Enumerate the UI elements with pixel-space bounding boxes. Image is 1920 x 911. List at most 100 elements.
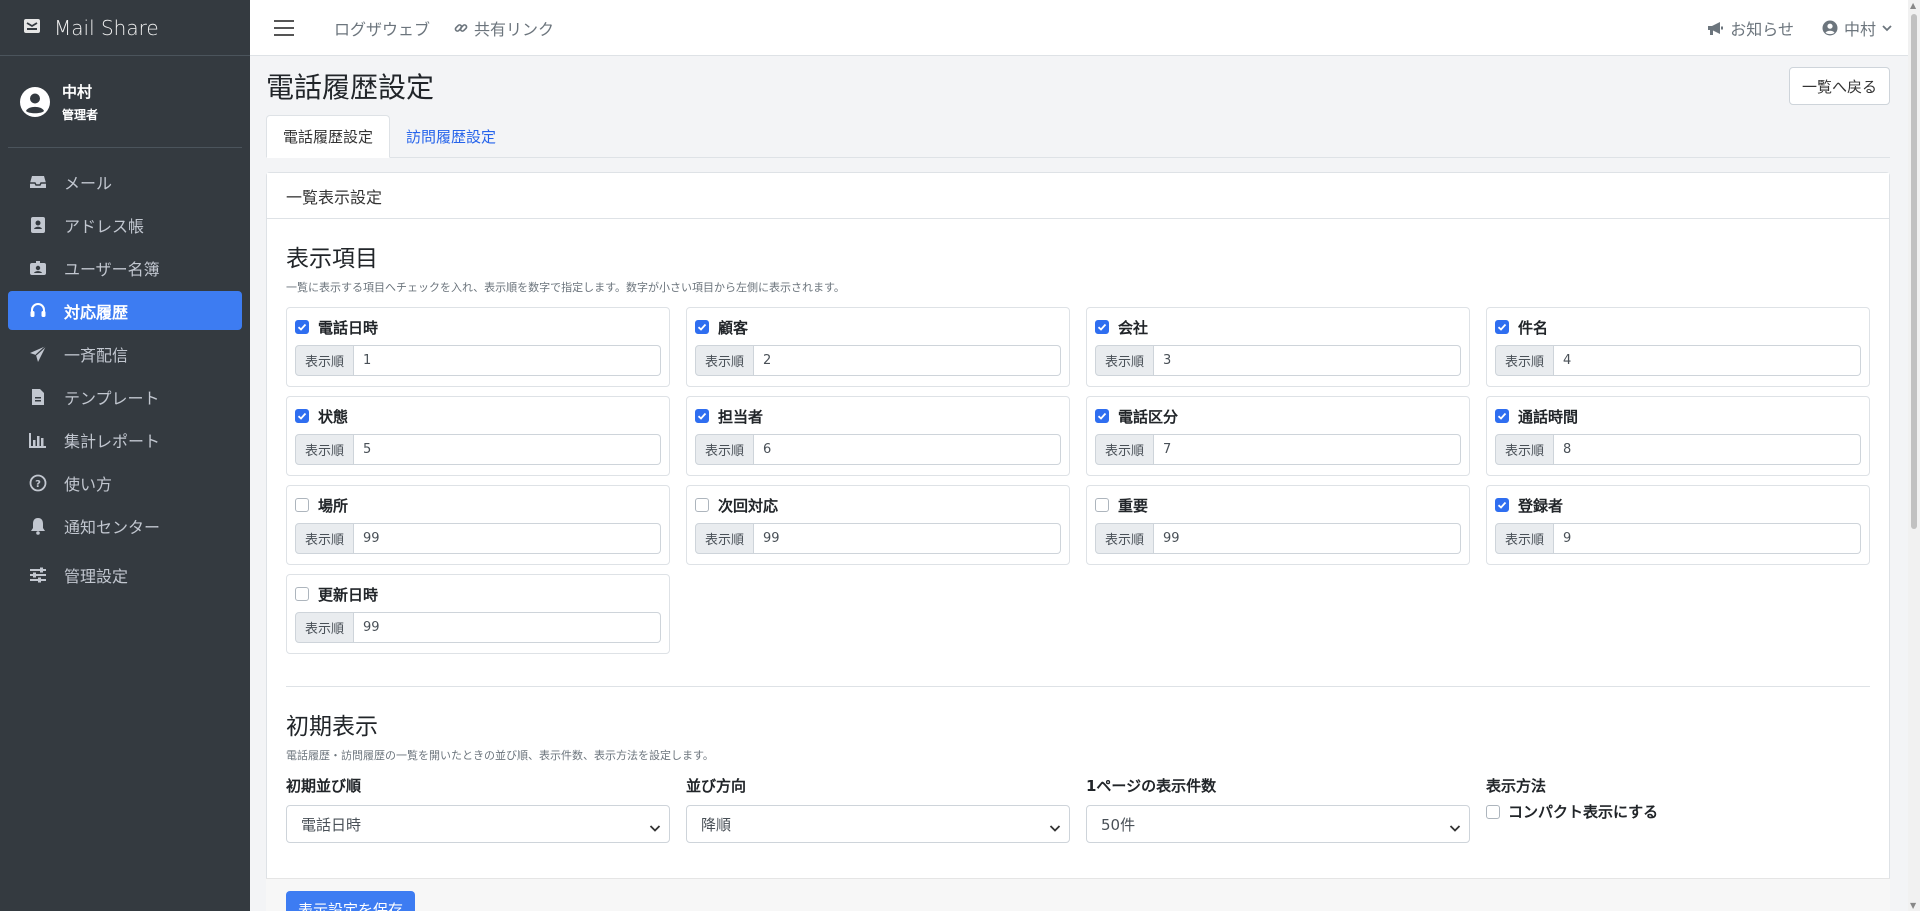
display-item-checkbox[interactable] xyxy=(695,498,709,512)
user-role: 管理者 xyxy=(62,107,99,122)
display-order-addon: 表示順 xyxy=(1095,523,1154,554)
check-icon xyxy=(1097,412,1107,420)
sort-direction-select[interactable]: 降順 xyxy=(686,805,1070,843)
tab-visit-history-settings[interactable]: 訪問履歴設定 xyxy=(390,115,512,157)
display-item-label[interactable]: 次回対応 xyxy=(718,495,778,516)
display-order-addon: 表示順 xyxy=(695,345,754,376)
compact-display-label[interactable]: コンパクト表示にする xyxy=(1508,801,1658,822)
display-item-label[interactable]: 登録者 xyxy=(1518,495,1563,516)
display-order-input[interactable]: 99 xyxy=(354,612,661,643)
chevron-down-icon xyxy=(649,819,661,837)
display-order-input[interactable]: 6 xyxy=(754,434,1061,465)
display-item-card: 更新日時 表示順 99 xyxy=(286,574,670,654)
display-item-card: 場所表示順 99 xyxy=(286,485,670,565)
sidebar-item-help[interactable]: ? 使い方 xyxy=(8,463,242,502)
scrollbar-thumb[interactable] xyxy=(1911,14,1917,529)
list-display-settings-card: 一覧表示設定 表示項目 一覧に表示する項目へチェックを入れ、表示順を数字で指定し… xyxy=(266,172,1890,911)
id-badge-icon xyxy=(28,258,48,278)
display-order-input[interactable]: 9 xyxy=(1554,523,1861,554)
display-item-checkbox[interactable] xyxy=(695,409,709,423)
vertical-scrollbar[interactable]: ▲ ▼ xyxy=(1908,0,1920,911)
menu-toggle-icon[interactable] xyxy=(274,19,294,36)
display-item-checkbox[interactable] xyxy=(1495,498,1509,512)
display-item-label[interactable]: 件名 xyxy=(1518,317,1548,338)
back-to-list-button[interactable]: 一覧へ戻る xyxy=(1788,67,1890,105)
bell-icon xyxy=(28,516,48,536)
display-order-input[interactable]: 2 xyxy=(754,345,1061,376)
sidebar-item-broadcast[interactable]: 一斉配信 xyxy=(8,334,242,373)
notice-link[interactable]: お知らせ xyxy=(1706,16,1794,40)
check-icon xyxy=(297,323,307,331)
display-order-input[interactable]: 99 xyxy=(754,523,1061,554)
section-divider xyxy=(286,686,1870,687)
display-item-checkbox[interactable] xyxy=(295,320,309,334)
display-item-checkbox[interactable] xyxy=(1095,409,1109,423)
display-order-input[interactable]: 4 xyxy=(1554,345,1861,376)
share-link[interactable]: 共有リンク xyxy=(454,16,554,40)
display-item-label[interactable]: 更新日時 xyxy=(318,584,378,605)
initial-display-title: 初期表示 xyxy=(286,714,378,740)
sidebar-item-address-book[interactable]: アドレス帳 xyxy=(8,205,242,244)
tab-call-history-settings[interactable]: 電話履歴設定 xyxy=(266,115,391,158)
display-order-input[interactable]: 1 xyxy=(354,345,661,376)
compact-display-checkbox[interactable] xyxy=(1486,804,1500,819)
display-item-label[interactable]: 場所 xyxy=(318,495,348,516)
display-order-addon: 表示順 xyxy=(1495,523,1554,554)
scroll-down-arrow-icon[interactable]: ▼ xyxy=(1910,901,1916,910)
display-order-input[interactable]: 7 xyxy=(1154,434,1461,465)
display-order-input[interactable]: 99 xyxy=(1154,523,1461,554)
check-icon xyxy=(697,323,707,331)
user-menu[interactable]: 中村 xyxy=(1822,16,1892,40)
display-item-checkbox[interactable] xyxy=(295,587,309,601)
display-item-checkbox[interactable] xyxy=(1095,498,1109,512)
page-title: 電話履歴設定 xyxy=(266,71,435,104)
display-item-label[interactable]: 重要 xyxy=(1118,495,1148,516)
display-order-addon: 表示順 xyxy=(295,345,354,376)
display-order-input[interactable]: 8 xyxy=(1554,434,1861,465)
display-item-checkbox[interactable] xyxy=(695,320,709,334)
sidebar-item-admin-settings[interactable]: 管理設定 xyxy=(8,555,242,594)
display-item-label[interactable]: 電話日時 xyxy=(318,317,378,338)
display-item-card: 次回対応 表示順 99 xyxy=(686,485,1070,565)
display-order-addon: 表示順 xyxy=(695,434,754,465)
display-order-input[interactable]: 3 xyxy=(1154,345,1461,376)
sort-direction-value: 降順 xyxy=(701,815,732,834)
display-item-label[interactable]: 電話区分 xyxy=(1118,406,1178,427)
display-order-addon: 表示順 xyxy=(295,523,354,554)
initial-sort-select[interactable]: 電話日時 xyxy=(286,805,670,843)
display-item-label[interactable]: 状態 xyxy=(318,406,348,427)
sidebar-item-label: テンプレート xyxy=(64,388,160,408)
sidebar-item-report[interactable]: 集計レポート xyxy=(8,420,242,459)
sidebar-item-notification-center[interactable]: 通知センター xyxy=(8,506,242,545)
user-panel[interactable]: 中村 管理者 xyxy=(8,56,242,148)
display-item-label[interactable]: 顧客 xyxy=(718,317,748,338)
display-item-checkbox[interactable] xyxy=(1095,320,1109,334)
display-order-input[interactable]: 5 xyxy=(354,434,661,465)
display-order-input[interactable]: 99 xyxy=(354,523,661,554)
log-the-web-link[interactable]: ログザウェブ xyxy=(334,16,430,40)
brand[interactable]: Mail Share xyxy=(0,0,250,56)
svg-text:?: ? xyxy=(35,479,41,490)
sidebar-item-mail[interactable]: メール xyxy=(8,162,242,201)
display-item-checkbox[interactable] xyxy=(1495,409,1509,423)
initial-sort-label: 初期並び順 xyxy=(286,777,362,795)
sidebar-item-user-directory[interactable]: ユーザー名簿 xyxy=(8,248,242,287)
main-content: 電話履歴設定 一覧へ戻る 電話履歴設定 訪問履歴設定 一覧表示設定 表示項目 一… xyxy=(266,56,1890,911)
display-item-card: 登録者表示順 9 xyxy=(1486,485,1870,565)
sidebar-item-label: ユーザー名簿 xyxy=(64,259,160,279)
save-display-settings-button[interactable]: 表示設定を保存 xyxy=(286,891,416,911)
sidebar-item-template[interactable]: テンプレート xyxy=(8,377,242,416)
display-item-label[interactable]: 担当者 xyxy=(718,406,763,427)
display-items-description: 一覧に表示する項目へチェックを入れ、表示順を数字で指定します。数字が小さい項目か… xyxy=(286,281,845,294)
display-method-label: 表示方法 xyxy=(1486,777,1547,795)
user-name: 中村 xyxy=(62,82,93,101)
scroll-up-arrow-icon[interactable]: ▲ xyxy=(1910,1,1916,10)
per-page-select[interactable]: 50件 xyxy=(1086,805,1470,843)
sidebar-item-history[interactable]: 対応履歴 xyxy=(8,291,242,330)
display-item-checkbox[interactable] xyxy=(1495,320,1509,334)
display-item-label[interactable]: 通話時間 xyxy=(1518,406,1578,427)
display-item-checkbox[interactable] xyxy=(295,498,309,512)
display-item-checkbox[interactable] xyxy=(295,409,309,423)
initial-display-description: 電話履歴・訪問履歴の一覧を開いたときの並び順、表示件数、表示方法を設定します。 xyxy=(286,749,714,762)
display-item-label[interactable]: 会社 xyxy=(1118,317,1148,338)
